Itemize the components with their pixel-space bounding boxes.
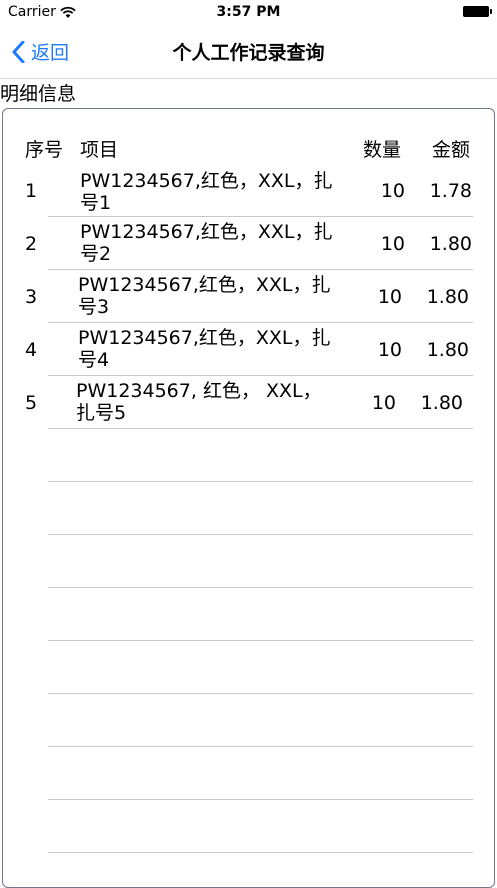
row-divider xyxy=(48,746,473,747)
row-divider xyxy=(48,640,473,641)
header-index: 序号 xyxy=(25,139,64,161)
row-amount: 1.80 xyxy=(426,286,469,308)
table-row[interactable]: 3 PW1234567,红色，XXL，扎 号3 10 1.80 xyxy=(0,270,497,323)
section-label: 明细信息 xyxy=(0,83,77,105)
row-item-line2: 号3 xyxy=(78,296,110,318)
row-item-line1: PW1234567,红色，XXL，扎 xyxy=(80,170,333,192)
row-item-line1: PW1234567,红色，XXL，扎 xyxy=(78,327,331,349)
table-row[interactable]: 2 PW1234567,红色，XXL，扎 号2 10 1.80 xyxy=(0,217,497,270)
status-bar: Carrier 3:57 PM xyxy=(0,0,497,26)
header-item: 项目 xyxy=(80,139,119,161)
row-quantity: 10 xyxy=(377,339,402,361)
row-divider xyxy=(48,481,473,482)
row-amount: 1.80 xyxy=(429,233,472,255)
row-item-line2: 扎号5 xyxy=(76,402,127,424)
row-index: 5 xyxy=(25,392,38,414)
battery-icon xyxy=(463,6,492,17)
row-item-line1: PW1234567,红色，XXL，扎 xyxy=(78,274,331,296)
row-divider xyxy=(48,269,473,270)
row-quantity: 10 xyxy=(377,286,402,308)
row-amount: 1.80 xyxy=(420,392,463,414)
row-quantity: 10 xyxy=(380,233,405,255)
header-quantity: 数量 xyxy=(363,139,402,161)
row-index: 1 xyxy=(25,180,38,202)
row-item: PW1234567,红色，XXL，扎 号1 xyxy=(80,170,370,214)
row-index: 4 xyxy=(25,339,38,361)
table-row[interactable]: 5 PW1234567, 红色， XXL， 扎号5 10 1.80 xyxy=(0,376,497,429)
row-amount: 1.80 xyxy=(426,339,469,361)
row-divider xyxy=(48,216,473,217)
row-item: PW1234567,红色，XXL，扎 号2 xyxy=(80,221,370,265)
header-amount: 金额 xyxy=(432,139,471,161)
status-time: 3:57 PM xyxy=(216,4,281,20)
row-index: 2 xyxy=(25,233,38,255)
row-divider xyxy=(48,375,473,376)
row-divider xyxy=(48,322,473,323)
row-divider xyxy=(48,693,473,694)
row-item-line1: PW1234567, 红色， XXL， xyxy=(76,380,322,402)
page-title: 个人工作记录查询 xyxy=(172,42,325,64)
table-row[interactable]: 1 PW1234567,红色，XXL，扎 号1 10 1.78 xyxy=(0,164,497,217)
row-item-line2: 号2 xyxy=(80,243,112,265)
row-item: PW1234567,红色，XXL，扎 号3 xyxy=(78,274,368,318)
row-divider xyxy=(48,587,473,588)
row-divider xyxy=(48,534,473,535)
table-row[interactable]: 4 PW1234567,红色，XXL，扎 号4 10 1.80 xyxy=(0,323,497,376)
row-divider xyxy=(48,852,473,853)
row-index: 3 xyxy=(25,286,38,308)
row-amount: 1.78 xyxy=(429,180,472,202)
row-quantity: 10 xyxy=(371,392,396,414)
row-divider xyxy=(48,428,473,429)
row-quantity: 10 xyxy=(380,180,405,202)
navigation-bar: 返回 个人工作记录查询 xyxy=(0,26,497,79)
row-item: PW1234567, 红色， XXL， 扎号5 xyxy=(76,380,366,424)
row-divider xyxy=(48,799,473,800)
row-item: PW1234567,红色，XXL，扎 号4 xyxy=(78,327,368,371)
row-item-line2: 号1 xyxy=(80,192,112,214)
row-item-line2: 号4 xyxy=(78,349,110,371)
row-item-line1: PW1234567,红色，XXL，扎 xyxy=(80,221,333,243)
